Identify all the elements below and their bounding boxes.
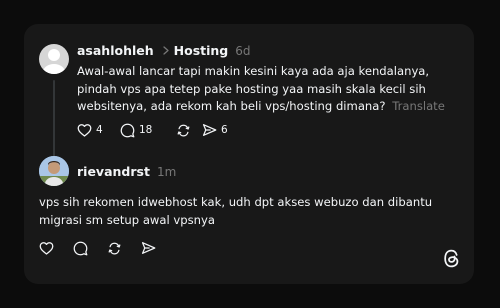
post-timestamp: 6d [235, 43, 251, 58]
post-text-block: Awal-awal lancar tapi makin kesini kaya … [77, 63, 461, 116]
like-count: 4 [96, 124, 103, 136]
reply-repost-button[interactable] [107, 241, 141, 256]
translate-link[interactable]: Translate [392, 99, 445, 113]
repost-icon [108, 242, 121, 254]
repost-button[interactable] [176, 123, 202, 138]
heart-icon [77, 124, 92, 137]
send-icon [141, 242, 156, 254]
share-button[interactable]: 6 [202, 123, 228, 137]
comment-icon [120, 123, 135, 137]
threads-logo-icon[interactable] [442, 248, 461, 273]
reply-actions [39, 240, 156, 256]
heart-icon [39, 242, 54, 255]
reply-like-button[interactable] [39, 241, 73, 255]
user-photo-icon [39, 156, 69, 186]
chevron-right-icon [163, 46, 169, 55]
reply-header: rievandrst 1m [77, 163, 176, 180]
reply-text: vps sih rekomen idwebhost kak, udh dpt a… [39, 195, 433, 227]
post-avatar[interactable] [39, 44, 69, 74]
default-avatar-icon [43, 49, 65, 74]
share-count: 6 [221, 124, 228, 136]
send-icon [202, 124, 217, 136]
reply-count: 18 [139, 124, 153, 136]
comment-icon [73, 241, 88, 255]
thread-card: asahlohleh Hosting 6d Awal-awal lancar t… [24, 24, 474, 284]
reply-timestamp: 1m [156, 164, 177, 179]
repost-icon [177, 124, 190, 136]
reply-share-button[interactable] [141, 241, 156, 255]
like-button[interactable]: 4 [77, 123, 120, 137]
post-text: Awal-awal lancar tapi makin kesini kaya … [77, 64, 430, 113]
post-actions: 4 18 6 [77, 122, 228, 138]
post-topic-tag[interactable]: Hosting [174, 43, 229, 58]
reply-avatar[interactable] [39, 156, 69, 186]
reply-button[interactable]: 18 [120, 123, 176, 138]
post-header: asahlohleh Hosting 6d [77, 42, 251, 59]
reply-username[interactable]: rievandrst [77, 164, 150, 179]
reply-comment-button[interactable] [73, 241, 107, 256]
post-username[interactable]: asahlohleh [77, 43, 154, 58]
